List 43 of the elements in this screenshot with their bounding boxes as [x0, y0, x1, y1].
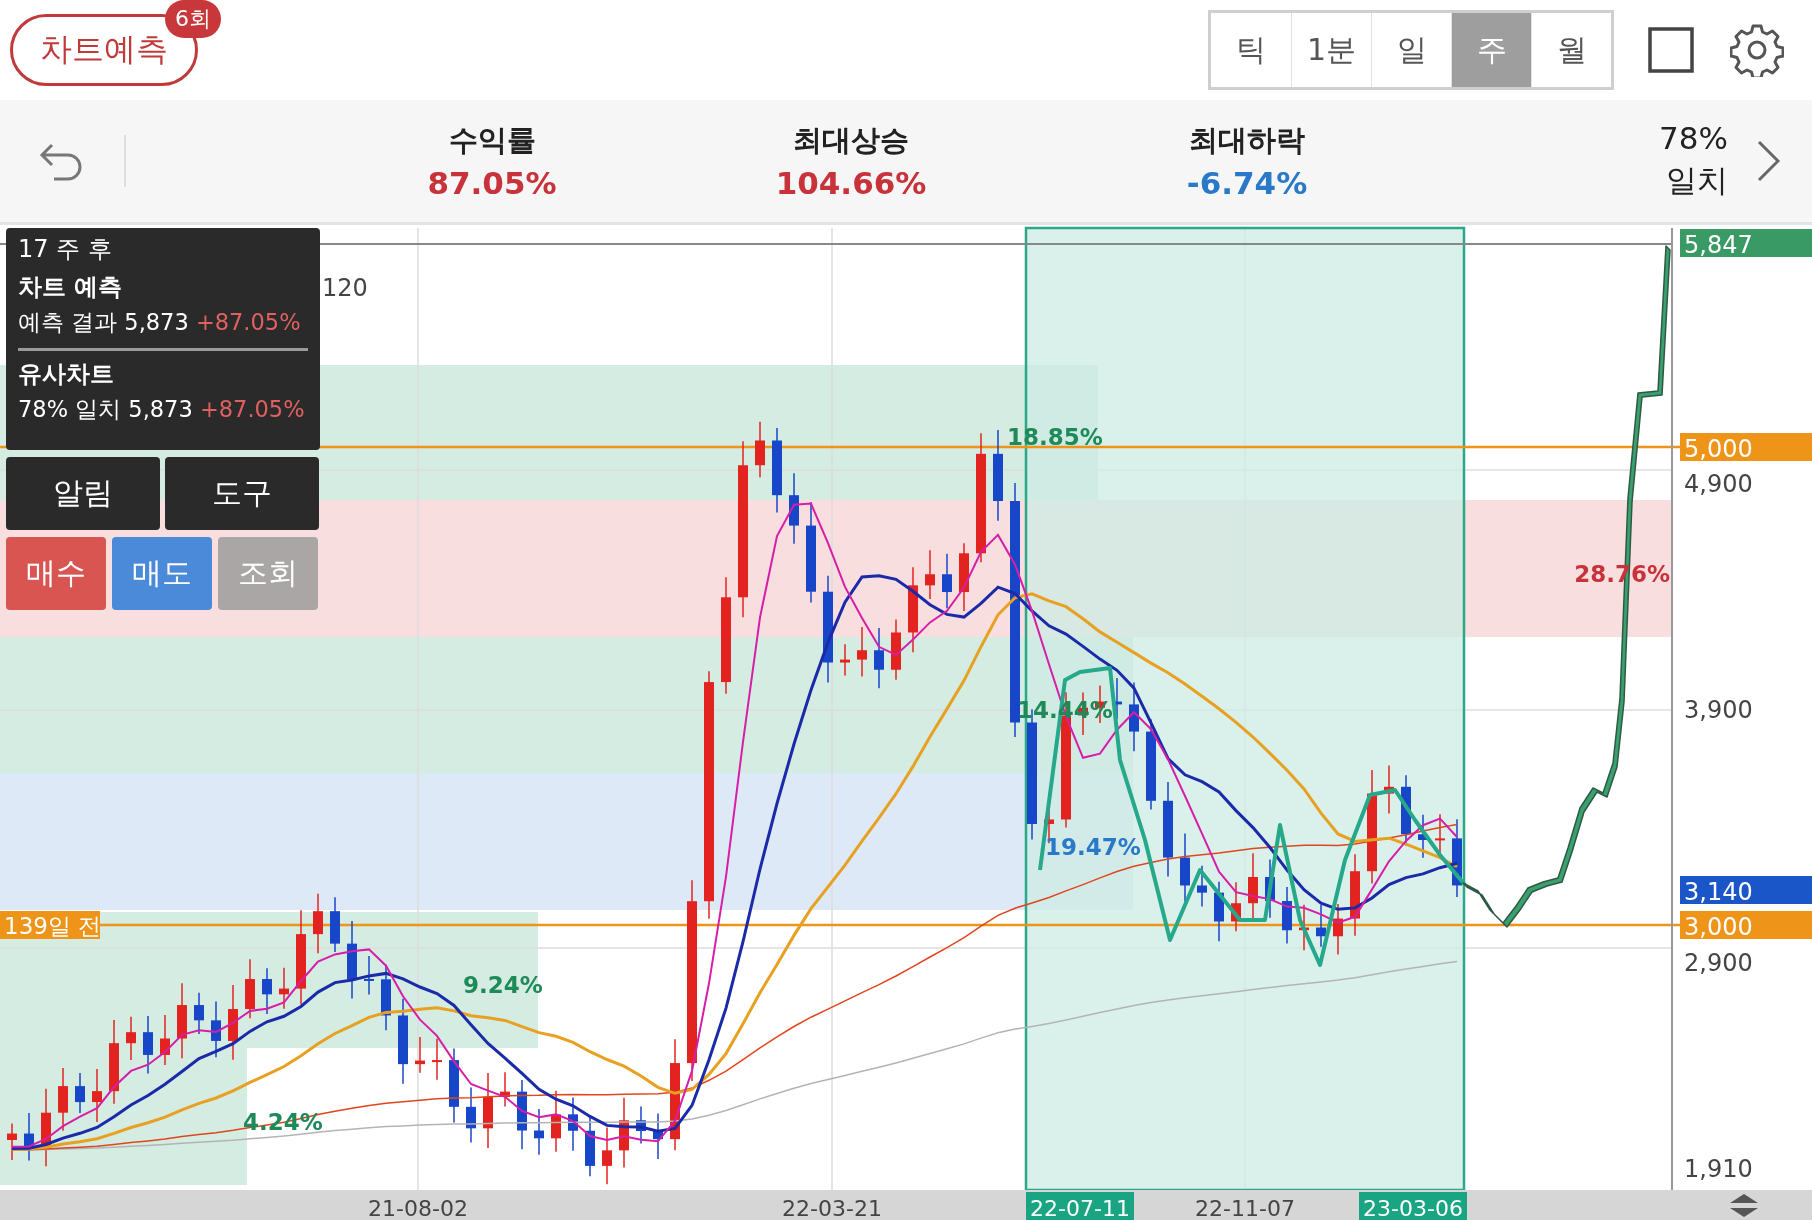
match-percent: 78% [1659, 120, 1728, 156]
date-label: 22-03-21 [782, 1196, 882, 1220]
zone-percent: 19.47% [1045, 834, 1141, 860]
result-label: 예측 결과 [18, 309, 118, 335]
result-change: +87.05% [199, 396, 305, 422]
result-price: 5,873 [128, 396, 193, 422]
price-tag: 3,000 [1680, 911, 1812, 941]
stat-label: 최대하락 [1189, 122, 1305, 159]
square-icon[interactable] [1648, 27, 1694, 73]
stat-label: 수익률 [448, 122, 536, 159]
count-badge: 6회 [165, 0, 221, 38]
price-tick: 1,910 [1684, 1155, 1753, 1183]
stat-label: 최대상승 [793, 122, 909, 159]
price-tag: 5,847 [1680, 229, 1812, 259]
date-label: 22-11-07 [1195, 1196, 1295, 1220]
settings-icon[interactable] [1730, 23, 1784, 77]
match-label: 일치 [1666, 161, 1728, 200]
buy-button[interactable]: 매수 [6, 537, 106, 610]
price-tick: 4,900 [1684, 470, 1753, 498]
date-label: 23-03-06 [1359, 1192, 1467, 1220]
result-label: 78% 일치 [18, 396, 122, 422]
stat-value: -6.74% [1186, 165, 1308, 201]
tool-button[interactable]: 알림 [6, 457, 160, 530]
zone-percent: 9.24% [463, 972, 543, 998]
tool-button[interactable]: 도구 [165, 457, 319, 530]
days-ago-tag: 139일 전 [0, 911, 102, 939]
result-change: +87.05% [195, 309, 301, 335]
price-tag: 3,140 [1680, 876, 1812, 906]
date-label: 22-07-11 [1026, 1192, 1134, 1220]
price-tag: 5,000 [1680, 433, 1812, 463]
price-tick: 2,900 [1684, 949, 1753, 977]
popup-title: 17 주 후 [18, 234, 113, 265]
resize-handle-icon [1730, 1194, 1758, 1217]
result-price: 5,873 [124, 309, 189, 335]
legend-label: 120 [322, 274, 368, 302]
date-label: 21-08-02 [368, 1196, 468, 1220]
stat-value: 104.66% [775, 165, 927, 201]
price-tick: 3,900 [1684, 696, 1753, 724]
chevron-right-icon[interactable] [1756, 139, 1782, 183]
section-heading: 차트 예측 [18, 272, 124, 303]
sell-button[interactable]: 매도 [112, 537, 212, 610]
section-heading: 유사차트 [18, 359, 115, 390]
stat-value: 87.05% [427, 165, 557, 201]
